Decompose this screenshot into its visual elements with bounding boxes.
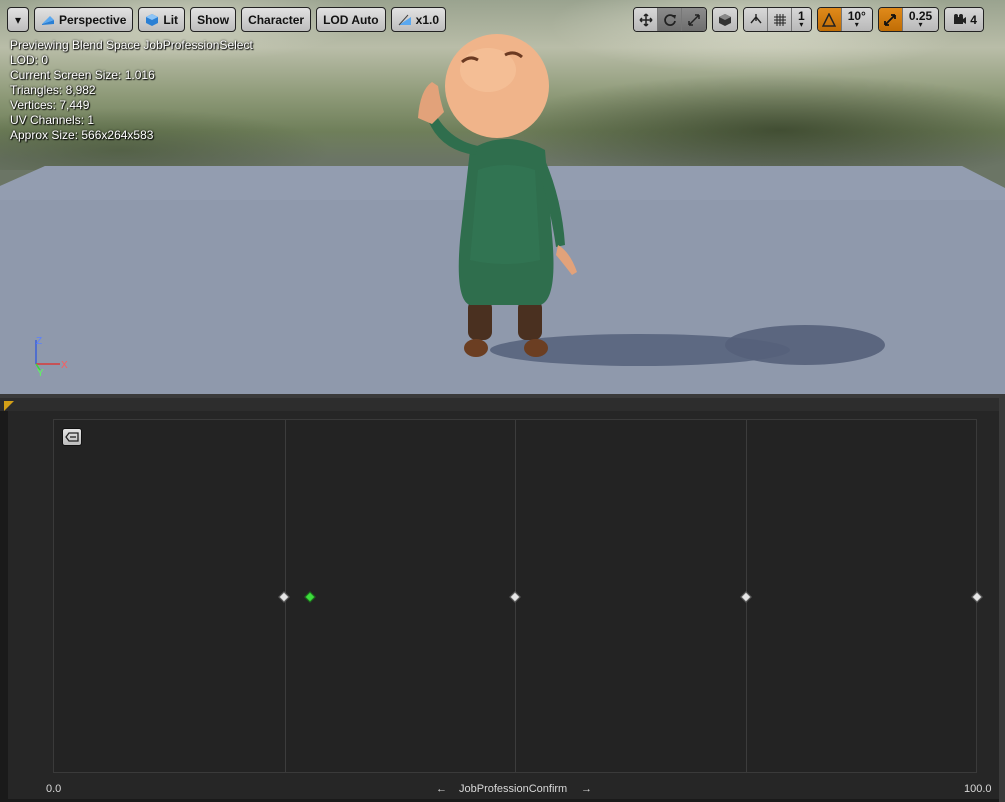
character-button[interactable]: Character bbox=[241, 7, 312, 32]
coord-system-group bbox=[712, 7, 738, 32]
axis-arrow-left-icon: ← bbox=[436, 783, 447, 795]
perspective-button[interactable]: Perspective bbox=[34, 7, 134, 32]
blend-sample-point[interactable] bbox=[740, 591, 752, 603]
chevron-down-icon: ▾ bbox=[14, 12, 22, 27]
blend-space-graph[interactable] bbox=[53, 419, 983, 773]
gizmo-y-label: Y bbox=[37, 368, 44, 377]
axis-gizmo: Z X Y bbox=[35, 336, 68, 377]
blend-sample-point[interactable] bbox=[509, 591, 521, 603]
lod-stat: LOD: 0 bbox=[10, 53, 49, 67]
screen-size-stat: Current Screen Size: 1.016 bbox=[10, 68, 155, 82]
transform-mode-group bbox=[633, 7, 707, 32]
viewport-options-button[interactable]: ▾ bbox=[7, 7, 29, 32]
panel-corner-marker bbox=[4, 401, 14, 411]
world-cube-icon[interactable] bbox=[713, 8, 737, 31]
playback-speed-button[interactable]: x1.0 bbox=[390, 7, 446, 32]
chevron-down-icon: ▾ bbox=[918, 19, 923, 29]
scale-snap-group: 0.25 ▾ bbox=[877, 7, 940, 32]
panel-header bbox=[0, 398, 1005, 411]
scale-icon[interactable] bbox=[682, 8, 706, 31]
preview-title: Previewing Blend Space JobProfessionSele… bbox=[10, 38, 253, 52]
scale-snap-value[interactable]: 0.25 ▾ bbox=[902, 8, 939, 31]
triangles-stat: Triangles: 8,982 bbox=[10, 83, 96, 97]
preview-marker[interactable] bbox=[304, 591, 316, 603]
scale-snap-icon[interactable] bbox=[878, 8, 903, 31]
blend-space-panel: 0.0 ← JobProfessionConfirm → 100.0 bbox=[8, 411, 999, 799]
gizmo-z-label: Z bbox=[36, 336, 42, 347]
uv-channels-stat: UV Channels: 1 bbox=[10, 113, 95, 127]
rotation-snap-icon[interactable] bbox=[817, 8, 842, 31]
lit-sphere-icon bbox=[146, 13, 159, 26]
axis-max-label: 100.0 bbox=[964, 783, 992, 795]
collapse-panel-button[interactable] bbox=[62, 428, 82, 446]
axis-min-label: 0.0 bbox=[46, 783, 62, 795]
surface-snap-icon[interactable] bbox=[744, 8, 768, 31]
gizmo-x-label: X bbox=[61, 360, 68, 371]
chevron-down-icon: ▾ bbox=[799, 19, 804, 29]
translate-icon[interactable] bbox=[634, 8, 658, 31]
grid-snap-icon[interactable] bbox=[768, 8, 792, 31]
speed-icon bbox=[398, 14, 411, 25]
blend-sample-point[interactable] bbox=[971, 591, 983, 603]
rotation-snap-group: 10° ▾ bbox=[816, 7, 873, 32]
rotation-snap-value[interactable]: 10° ▾ bbox=[841, 8, 872, 31]
axis-name-label: JobProfessionConfirm bbox=[459, 783, 568, 795]
vertices-stat: Vertices: 7,449 bbox=[10, 98, 90, 112]
preview-stats: Previewing Blend Space JobProfessionSele… bbox=[10, 38, 253, 143]
show-button[interactable]: Show bbox=[190, 7, 237, 32]
chevron-down-icon: ▾ bbox=[854, 19, 859, 29]
viewport[interactable]: ▾ Perspective Lit Show Character LOD Aut… bbox=[0, 0, 1005, 398]
lod-button[interactable]: LOD Auto bbox=[316, 7, 386, 32]
camera-speed-group: 4 bbox=[944, 7, 984, 32]
approx-size-stat: Approx Size: 566x264x583 bbox=[10, 128, 154, 142]
camera-speed-button[interactable]: 4 bbox=[945, 8, 983, 31]
axis-arrow-right-icon: → bbox=[581, 783, 592, 795]
panel-right-border bbox=[999, 398, 1005, 802]
tag-arrow-icon bbox=[65, 432, 79, 442]
perspective-icon bbox=[42, 15, 54, 25]
camera-icon bbox=[954, 13, 967, 24]
snap-group: 1 ▾ bbox=[743, 7, 812, 32]
viewport-toolbar-right: 1 ▾ 10° ▾ 0.25 ▾ 4 bbox=[633, 7, 984, 32]
blend-sample-point[interactable] bbox=[278, 591, 290, 603]
grid-snap-value[interactable]: 1 ▾ bbox=[792, 8, 811, 31]
view-mode-button[interactable]: Lit bbox=[138, 7, 186, 32]
viewport-toolbar-left: ▾ Perspective Lit Show Character LOD Aut… bbox=[7, 7, 446, 32]
rotate-icon[interactable] bbox=[658, 8, 682, 31]
